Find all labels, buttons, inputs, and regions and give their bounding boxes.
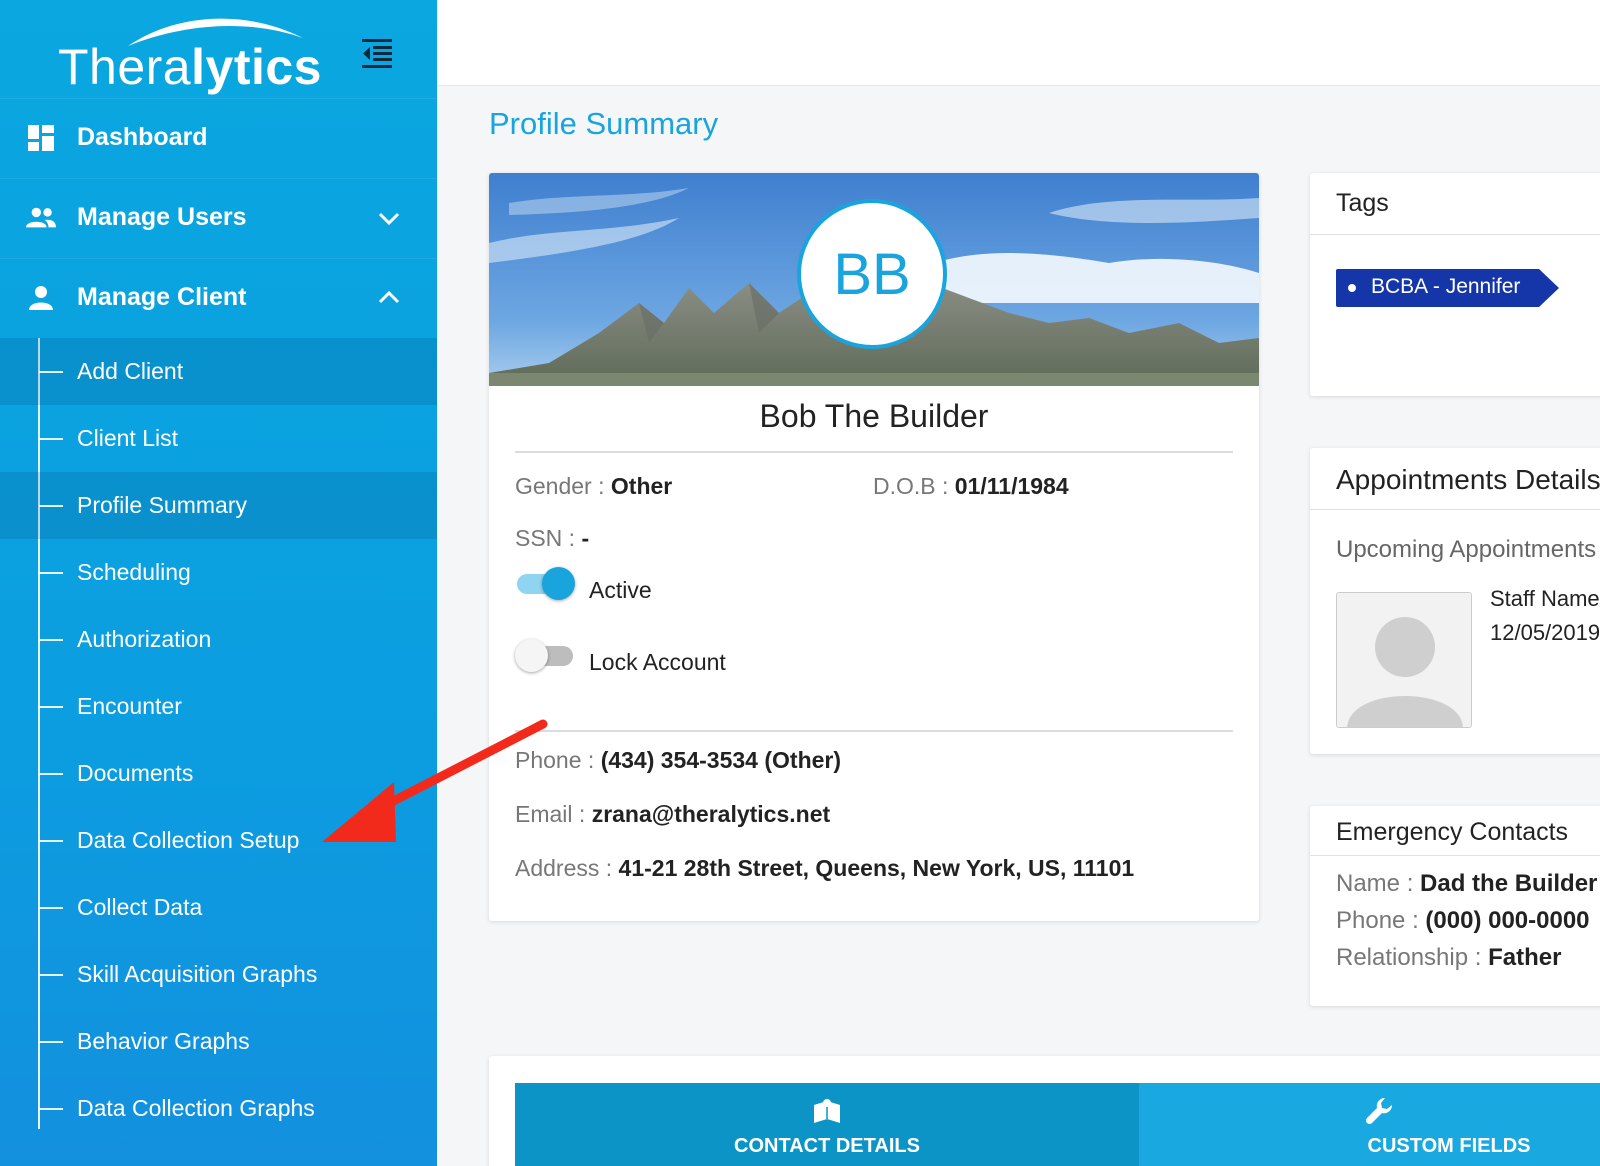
sidebar-subitem-profile-summary[interactable]: Profile Summary	[0, 472, 437, 539]
sidebar-subitem-encounter[interactable]: Encounter	[0, 673, 437, 740]
staff-avatar	[1336, 592, 1472, 728]
sidebar-subitem-label: Collect Data	[77, 894, 203, 920]
sidebar-subitem-collect-data[interactable]: Collect Data	[0, 874, 437, 941]
appointment-date: 12/05/2019	[1490, 620, 1600, 645]
sidebar-subitem-label: Skill Acquisition Graphs	[77, 961, 318, 987]
sidebar-subitem-data-collection-setup[interactable]: Data Collection Setup	[0, 807, 437, 874]
contact-book-icon	[814, 1099, 840, 1123]
lock-account-toggle[interactable]	[515, 638, 575, 672]
client-avatar[interactable]: BB	[797, 199, 947, 349]
tag-label: BCBA - Jennifer	[1371, 275, 1521, 298]
emergency-name-field: Name : Dad the Builder	[1336, 870, 1598, 897]
sidebar-subitem-label: Documents	[77, 760, 194, 786]
wrench-icon	[1365, 1097, 1393, 1125]
divider	[515, 730, 1233, 732]
upcoming-appointments-label: Upcoming Appointments	[1336, 536, 1597, 563]
sidebar-subitem-label: Profile Summary	[77, 492, 247, 518]
email-field: Email : zrana@theralytics.net	[515, 801, 831, 827]
sidebar-subitem-label: Scheduling	[77, 559, 191, 585]
emergency-relationship-field: Relationship : Father	[1336, 944, 1562, 971]
tab-label: CONTACT DETAILS	[734, 1135, 920, 1157]
sidebar-item-label: Manage Client	[77, 283, 247, 311]
emergency-header: Emergency Contacts	[1310, 806, 1600, 856]
emergency-title: Emergency Contacts	[1336, 818, 1569, 846]
users-icon	[26, 203, 56, 233]
tab-label: CUSTOM FIELDS	[1367, 1135, 1531, 1157]
logo-text: Theralytics	[58, 39, 322, 95]
sidebar-subitem-data-collection-graphs[interactable]: Data Collection Graphs	[0, 1075, 437, 1142]
tab-contact-details[interactable]: CONTACT DETAILS	[515, 1083, 1139, 1166]
sidebar-subitem-label: Behavior Graphs	[77, 1028, 250, 1054]
ssn-field: SSN : -	[515, 525, 590, 551]
person-icon	[26, 283, 56, 313]
tags-header: Tags	[1310, 173, 1600, 235]
sidebar-item-label: Manage Users	[77, 203, 247, 231]
sidebar-subitem-label: Data Collection Graphs	[77, 1095, 315, 1121]
gender-field: Gender : Other	[515, 473, 673, 499]
brand-header: Theralytics	[0, 0, 437, 95]
sidebar-subitem-scheduling[interactable]: Scheduling	[0, 539, 437, 606]
sidebar-item-dashboard[interactable]: Dashboard	[0, 98, 437, 176]
sidebar-subitem-skill-acquisition-graphs[interactable]: Skill Acquisition Graphs	[0, 941, 437, 1008]
collapse-menu-icon[interactable]	[360, 36, 394, 70]
address-field: Address : 41-21 28th Street, Queens, New…	[515, 855, 1135, 881]
tag-bcba-jennifer[interactable]: BCBA - Jennifer	[1336, 269, 1559, 307]
sidebar-subitem-documents[interactable]: Documents	[0, 740, 437, 807]
chevron-down-icon[interactable]	[376, 205, 402, 231]
appointments-card: Appointments Details Upcoming Appointmen…	[1310, 448, 1600, 754]
sidebar-subitem-label: Authorization	[77, 626, 212, 652]
sidebar-subitem-authorization[interactable]: Authorization	[0, 606, 437, 673]
details-tabs-card: CONTACT DETAILS CUSTOM FIELDS	[489, 1056, 1600, 1166]
sidebar-item-manage-users[interactable]: Manage Users	[0, 178, 437, 256]
appointment-staff-name: Staff Name	[1490, 586, 1600, 611]
client-name: Bob The Builder	[759, 398, 989, 434]
emergency-contacts-card: Emergency Contacts Name : Dad the Builde…	[1310, 806, 1600, 1006]
chevron-up-icon[interactable]	[376, 285, 402, 311]
sidebar: Theralytics Dashboard Manage Users Manag…	[0, 0, 437, 1166]
sidebar-subitem-label: Client List	[77, 425, 178, 451]
person-placeholder-icon	[1337, 593, 1471, 727]
sidebar-item-manage-client[interactable]: Manage Client	[0, 258, 437, 336]
profile-card: BB Bob The Builder Gender : Other D.O.B …	[489, 173, 1259, 921]
dob-field: D.O.B : 01/11/1984	[873, 473, 1069, 499]
tags-card: Tags BCBA - Jennifer	[1310, 173, 1600, 396]
active-toggle[interactable]	[515, 566, 575, 600]
tab-custom-fields[interactable]: CUSTOM FIELDS	[1139, 1083, 1600, 1166]
top-bar	[437, 0, 1600, 86]
dashboard-icon	[26, 123, 56, 153]
phone-field: Phone : (434) 354-3534 (Other)	[515, 747, 842, 773]
lock-account-label: Lock Account	[589, 649, 726, 675]
tags-title: Tags	[1336, 189, 1389, 217]
sidebar-subitem-client-list[interactable]: Client List	[0, 405, 437, 472]
theralytics-logo[interactable]: Theralytics	[58, 8, 328, 95]
appointments-header: Appointments Details	[1310, 448, 1600, 510]
sidebar-subitem-label: Encounter	[77, 693, 182, 719]
sidebar-subitem-add-client[interactable]: Add Client	[0, 338, 437, 405]
page-title: Profile Summary	[489, 106, 719, 141]
appointments-title: Appointments Details	[1336, 464, 1600, 495]
sidebar-item-label: Dashboard	[77, 123, 208, 151]
sidebar-subitem-label: Add Client	[77, 358, 184, 384]
active-label: Active	[589, 577, 652, 603]
sidebar-subitem-behavior-graphs[interactable]: Behavior Graphs	[0, 1008, 437, 1075]
emergency-phone-field: Phone : (000) 000-0000	[1336, 907, 1590, 934]
divider	[515, 451, 1233, 453]
sidebar-subitem-label: Data Collection Setup	[77, 827, 300, 853]
